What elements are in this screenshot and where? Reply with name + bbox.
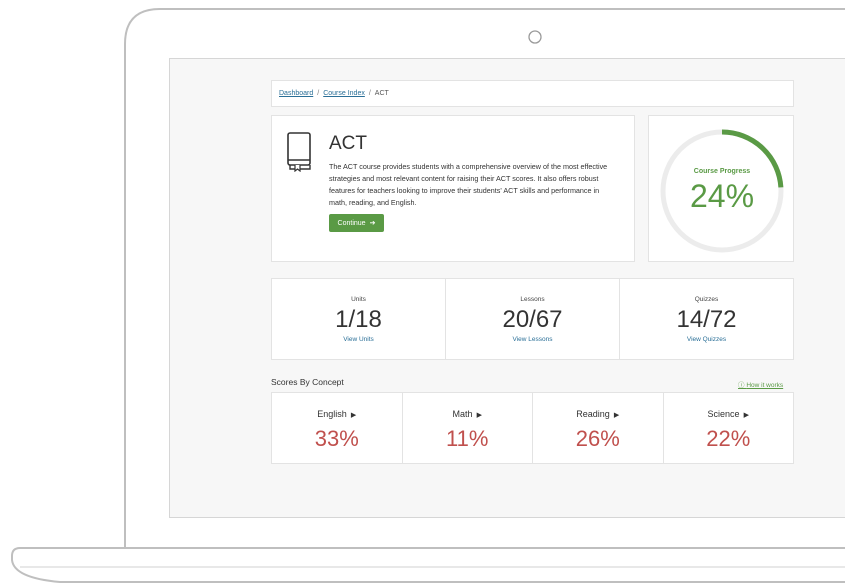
stat-label: Lessons xyxy=(520,296,545,303)
scores-title: Scores By Concept xyxy=(271,377,344,387)
view-units-link[interactable]: View Units xyxy=(272,336,445,343)
units-stat: Units 1/18 View Units xyxy=(272,279,446,359)
continue-label: Continue xyxy=(337,219,366,227)
score-label: Math xyxy=(452,409,473,419)
breadcrumb-dashboard[interactable]: Dashboard xyxy=(279,90,313,97)
caret-right-icon: ▶ xyxy=(350,412,357,419)
score-label: Reading xyxy=(576,409,610,419)
caret-right-icon: ▶ xyxy=(613,412,620,419)
view-lessons-link[interactable]: View Lessons xyxy=(446,336,619,343)
quizzes-stat: Quizzes 14/72 View Quizzes xyxy=(620,279,793,359)
lessons-stat: Lessons 20/67 View Lessons xyxy=(446,279,620,359)
course-progress-card: Course Progress 24% xyxy=(648,115,794,262)
score-math[interactable]: Math ▶ 11% xyxy=(403,393,533,463)
continue-button[interactable]: Continue ➔ xyxy=(329,214,384,232)
breadcrumb: Dashboard / Course Index / ACT xyxy=(271,80,794,107)
course-card: ACT The ACT course provides students wit… xyxy=(271,115,635,262)
score-label: English xyxy=(317,409,347,419)
stat-value: 20/67 xyxy=(502,306,563,333)
scores-by-concept: English ▶ 33% Math ▶ 11% Reading ▶ 26% Scie… xyxy=(271,392,794,464)
score-value: 26% xyxy=(575,426,620,451)
stat-value: 14/72 xyxy=(676,306,737,333)
how-it-works-label: How it works xyxy=(746,382,784,389)
course-stats: Units 1/18 View Units Lessons 20/67 View… xyxy=(271,278,794,360)
course-title: ACT xyxy=(329,133,367,154)
book-icon xyxy=(287,132,311,172)
score-label: Science xyxy=(707,409,740,419)
progress-label: Course Progress xyxy=(693,168,751,175)
caret-right-icon: ▶ xyxy=(476,412,482,419)
stat-value: 1/18 xyxy=(335,306,382,333)
score-value: 22% xyxy=(706,426,751,451)
how-it-works-link[interactable]: ⓘ How it works xyxy=(738,379,783,389)
help-circle-icon: ⓘ xyxy=(738,382,745,389)
score-value: 11% xyxy=(446,426,489,451)
arrow-right-icon: ➔ xyxy=(369,220,376,227)
score-science[interactable]: Science ▶ 22% xyxy=(664,393,794,463)
breadcrumb-current: ACT xyxy=(374,90,389,97)
caret-right-icon: ▶ xyxy=(743,412,749,419)
score-value: 33% xyxy=(314,426,359,451)
camera-icon xyxy=(528,30,542,44)
course-description: The ACT course provides students with a … xyxy=(329,162,608,207)
view-quizzes-link[interactable]: View Quizzes xyxy=(620,336,793,343)
stat-label: Units xyxy=(351,296,366,303)
breadcrumb-course-index[interactable]: Course Index xyxy=(323,90,365,97)
app-screen: Dashboard / Course Index / ACT ACT The ACT c… xyxy=(169,58,845,518)
stat-label: Quizzes xyxy=(694,296,719,303)
score-reading[interactable]: Reading ▶ 26% xyxy=(533,393,664,463)
progress-value: 24% xyxy=(689,178,755,214)
score-english[interactable]: English ▶ 33% xyxy=(272,393,403,463)
